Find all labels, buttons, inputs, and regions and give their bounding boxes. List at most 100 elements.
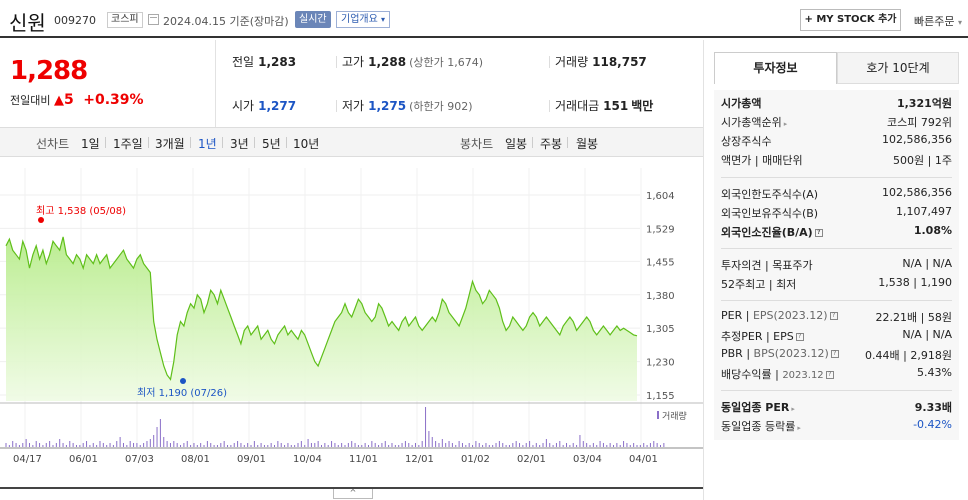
company-overview-label: 기업개요 [341, 14, 378, 25]
volume-bar [562, 445, 564, 447]
period-5y[interactable]: 5년 [262, 135, 281, 152]
volume-bar [166, 441, 168, 447]
per-label: PER [721, 309, 743, 322]
volume-bar [247, 443, 249, 447]
period-3m[interactable]: 3개월 [155, 135, 185, 152]
period-1d[interactable]: 1일 [81, 135, 100, 152]
help-icon[interactable]: ? [814, 229, 823, 237]
x-tick-label: 09/01 [237, 454, 266, 465]
invest-info-panel: 투자정보 호가 10단계 시가총액 1,321억원 시가총액순위 ▸ 코스피 792위… [703, 40, 968, 500]
volume-bar [555, 443, 557, 447]
mcap-value: 1,321억원 [896, 97, 952, 110]
info-row: 동일업종 PER ▸ 9.33배 [721, 399, 952, 417]
volume-bar [539, 445, 541, 447]
volume-bar [213, 445, 215, 447]
base-date: 2024.04.15 기준(장마감) [163, 15, 289, 28]
volume-bar [589, 445, 591, 447]
volume-bar [274, 445, 276, 447]
candle-chart-label: 봉차트 [460, 137, 494, 151]
industry-per-label[interactable]: 동일업종 PER ▸ [721, 399, 795, 415]
high-value: 1,288 [368, 55, 407, 69]
candle-monthly[interactable]: 월봉 [576, 135, 598, 152]
change-label: 전일대비 [10, 94, 51, 107]
volume-bar [374, 443, 376, 447]
period-1w[interactable]: 1주일 [113, 135, 143, 152]
volume-bar [515, 441, 517, 447]
period-1y[interactable]: 1년 [198, 135, 217, 152]
realtime-button[interactable]: 실시간 [295, 11, 331, 28]
quick-order-label: 빠른주문 [914, 15, 955, 28]
stock-code: 009270 [54, 14, 96, 27]
low-label: 저가 [342, 99, 365, 113]
price-chart: 1,604 1,529 1,455 1,380 1,305 1,230 1,155 04/1… [0, 168, 703, 465]
volume-bar [257, 445, 259, 447]
help-icon[interactable]: ? [795, 333, 804, 341]
volume-bar [327, 445, 329, 447]
info-row: PER | EPS(2023.12)? 22.21배 | 58원 [721, 309, 952, 327]
volume-bar [401, 443, 403, 447]
wk52-high-label: 52주최고 [721, 278, 766, 291]
divider [567, 137, 568, 148]
volume-bar [559, 441, 561, 447]
volume-legend-marker [657, 411, 659, 419]
volume-bar [99, 441, 101, 447]
divider [336, 56, 337, 68]
add-my-stock-button[interactable]: + MY STOCK 추가 [800, 9, 901, 31]
volume-bar [592, 443, 594, 447]
collapse-chart-button[interactable]: ^ [333, 489, 373, 499]
divider [222, 137, 223, 148]
x-tick-label: 04/01 [629, 454, 658, 465]
divider [721, 300, 952, 301]
volume-bar [173, 441, 175, 447]
volume-bar [384, 441, 386, 447]
high-price: 고가 1,288 (상한가 1,674) [342, 53, 483, 70]
high-marker [38, 217, 44, 223]
prev-close: 전일 1,283 [232, 53, 296, 70]
info-row: 추정PER | EPS? N/A | N/A [721, 328, 952, 346]
est-eps-label: EPS [773, 330, 794, 343]
x-tick-label: 11/01 [349, 454, 378, 465]
company-overview-dropdown[interactable]: 기업개요 ▾ [336, 11, 391, 28]
volume-bar [579, 435, 581, 447]
volume-bar [347, 443, 349, 447]
info-row: 액면가 | 매매단위 500원 | 1주 [721, 152, 952, 170]
volume-bar [341, 443, 343, 447]
volume-bar [143, 443, 145, 447]
volume-bar [398, 445, 400, 447]
volume-bar [381, 443, 383, 447]
volume-bar [183, 443, 185, 447]
period-3y[interactable]: 3년 [230, 135, 249, 152]
volume-bar [371, 441, 373, 447]
volume-bar [354, 443, 356, 447]
candle-daily[interactable]: 일봉 [505, 135, 527, 152]
chevron-down-icon: ▾ [957, 18, 962, 27]
tab-invest-info[interactable]: 투자정보 [714, 52, 837, 84]
volume-bar [498, 441, 500, 447]
help-icon[interactable]: ? [830, 350, 839, 358]
low-value: 1,275 [368, 99, 407, 113]
volume: 거래량 118,757 [555, 53, 647, 70]
volume-bar [55, 443, 57, 447]
mcap-rank-text: 시가총액순위 [721, 116, 782, 129]
volume-bar [465, 445, 467, 447]
volume-bar [525, 443, 527, 447]
industry-rate-label[interactable]: 동일업종 등락률 ▸ [721, 418, 801, 434]
volume-bar [643, 443, 645, 447]
candle-weekly[interactable]: 주봉 [540, 135, 562, 152]
period-10y[interactable]: 10년 [293, 135, 319, 152]
prev-label: 전일 [232, 55, 255, 69]
volume-bar [277, 441, 279, 447]
est-per-label: 추정PER [721, 330, 763, 343]
volume-bar [22, 443, 24, 447]
volume-bar [455, 445, 457, 447]
volume-bar [133, 443, 135, 447]
par-value: 500원 [893, 154, 925, 167]
help-icon[interactable]: ? [829, 312, 838, 320]
volume-bar [79, 445, 81, 447]
quick-order-link[interactable]: 빠른주문 ▾ [914, 13, 962, 29]
volume-bar [411, 445, 413, 447]
help-icon[interactable]: ? [825, 371, 834, 379]
tab-order-book[interactable]: 호가 10단계 [837, 52, 959, 84]
volume-bar [331, 441, 333, 447]
volume-bar [250, 445, 252, 447]
